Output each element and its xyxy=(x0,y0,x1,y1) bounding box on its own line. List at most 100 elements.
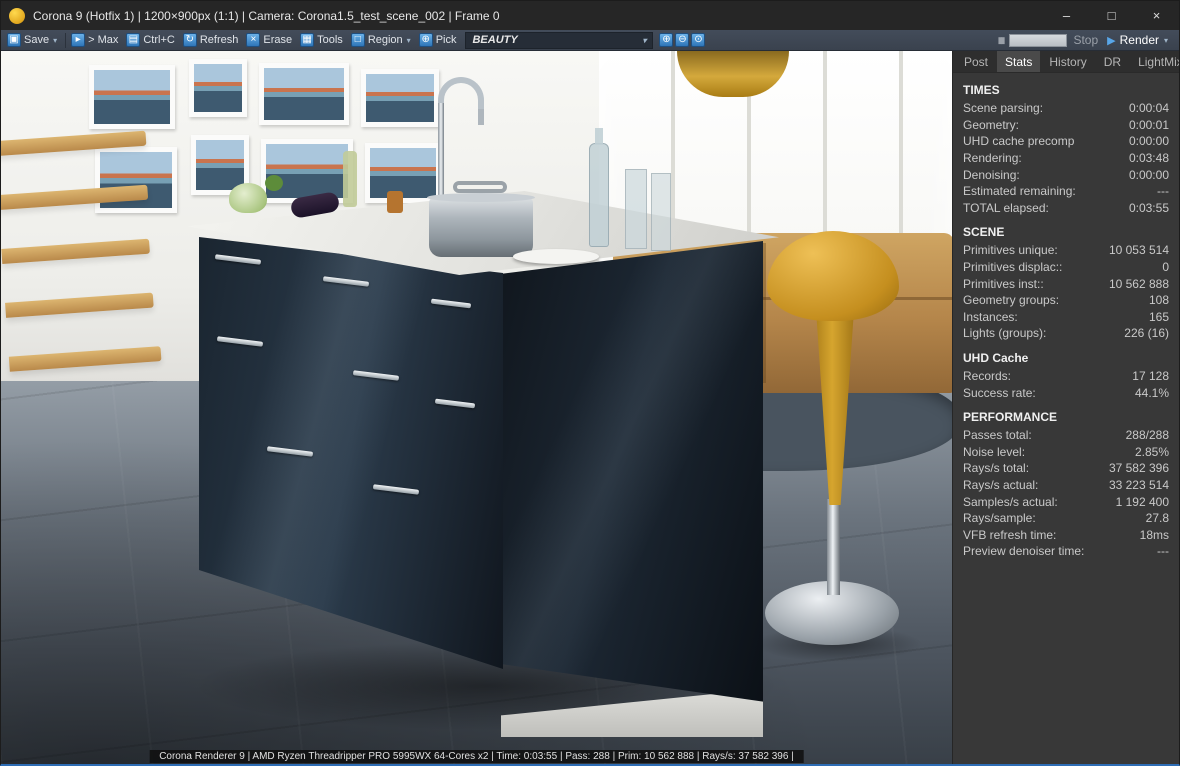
stats-performance-rows: Passes total: 288/288 Noise level: 2.85%… xyxy=(963,427,1169,560)
sidebar-tabs: Post Stats History DR LightMix xyxy=(953,51,1179,73)
stats-panel: TIMES Scene parsing: 0:00:04 Geometry: 0… xyxy=(953,73,1179,560)
refresh-button[interactable]: ↻ Refresh xyxy=(181,31,244,50)
maximize-button[interactable]: □ xyxy=(1089,1,1134,30)
zoom-in-icon[interactable]: ⊕ xyxy=(659,33,674,47)
stat-value: 0:00:04 xyxy=(1128,101,1169,116)
scene-picture-frame xyxy=(189,59,247,117)
stat-value: 33 223 514 xyxy=(1108,477,1169,492)
stat-label: Geometry groups: xyxy=(963,293,1060,308)
stat-label: Geometry: xyxy=(963,117,1020,132)
pick-button[interactable]: ⊕ Pick xyxy=(417,31,462,50)
toolbar-separator xyxy=(65,32,67,48)
pause-icon: ▮▮ xyxy=(997,34,1006,45)
stat-row: Primitives inst:: 10 562 888 xyxy=(963,275,1169,292)
tab-history[interactable]: History xyxy=(1041,51,1094,72)
sidebar: Post Stats History DR LightMix TIMES Sce… xyxy=(952,51,1179,764)
erase-button[interactable]: × Erase xyxy=(244,31,297,50)
channel-value: BEAUTY xyxy=(472,34,518,46)
stat-row: Instances: 165 xyxy=(963,309,1169,326)
stat-row: UHD cache precomp 0:00:00 xyxy=(963,133,1169,150)
stat-row: Scene parsing: 0:00:04 xyxy=(963,100,1169,117)
play-icon: ▶ xyxy=(1107,34,1116,47)
render-status-bar: Corona Renderer 9 | AMD Ryzen Threadripp… xyxy=(149,750,804,763)
stat-label: VFB refresh time: xyxy=(963,527,1057,542)
stat-value: 2.85% xyxy=(1134,444,1169,459)
stat-value: 27.8 xyxy=(1145,511,1169,526)
scene-stool-pole xyxy=(827,499,840,595)
stat-row: Samples/s actual: 1 192 400 xyxy=(963,493,1169,510)
stat-value: 0:03:55 xyxy=(1128,200,1169,215)
stat-value: 1 192 400 xyxy=(1115,494,1169,509)
minimize-button[interactable]: – xyxy=(1044,1,1089,30)
erase-icon: × xyxy=(246,33,261,47)
chevron-down-icon: ▾ xyxy=(406,35,411,45)
scene-plate xyxy=(513,249,599,264)
corona-logo-icon xyxy=(9,7,25,24)
region-label: Region xyxy=(367,34,403,46)
zoom-out-icon[interactable]: ⊖ xyxy=(675,33,690,47)
toolbar: ▣ Save ▾ ▸ > Max ▤ Ctrl+C ↻ Refresh × Er… xyxy=(1,30,1179,51)
stat-row: Noise level: 2.85% xyxy=(963,444,1169,461)
scene-spice-jar xyxy=(387,191,403,213)
tools-label: Tools xyxy=(317,34,343,46)
corona-vfb-window: Corona 9 (Hotfix 1) | 1200×900px (1:1) |… xyxy=(0,0,1180,766)
scene-picture-frame xyxy=(365,143,441,203)
stat-row: Lights (groups): 226 (16) xyxy=(963,325,1169,342)
tab-stats[interactable]: Stats xyxy=(997,51,1041,72)
titlebar: Corona 9 (Hotfix 1) | 1200×900px (1:1) |… xyxy=(1,1,1179,30)
stat-label: Primitives displac:: xyxy=(963,260,1063,275)
pick-icon: ⊕ xyxy=(418,33,433,47)
stat-row: TOTAL elapsed: 0:03:55 xyxy=(963,200,1169,217)
scene-oil-bottle xyxy=(343,151,357,207)
save-label: Save xyxy=(24,34,50,46)
tab-lightmix[interactable]: LightMix xyxy=(1130,51,1179,72)
copy-label: Ctrl+C xyxy=(143,34,175,46)
stat-label: Success rate: xyxy=(963,385,1036,400)
stat-label: Preview denoiser time: xyxy=(963,544,1085,559)
scene-faucet-spout xyxy=(478,109,484,125)
stat-label: Primitives inst:: xyxy=(963,276,1044,291)
scene-glass-bottle xyxy=(589,128,609,247)
stat-row: Preview denoiser time: --- xyxy=(963,543,1169,560)
stat-row: Rays/s actual: 33 223 514 xyxy=(963,477,1169,494)
stat-row: Primitives unique: 10 053 514 xyxy=(963,242,1169,259)
stat-value: 165 xyxy=(1148,309,1169,324)
render-button[interactable]: ▶ Render ▾ xyxy=(1104,33,1171,47)
save-icon: ▣ xyxy=(7,33,21,47)
scene-cauliflower xyxy=(229,183,267,213)
chevron-down-icon: ▾ xyxy=(53,35,58,45)
zoom-fit-icon[interactable]: ⊙ xyxy=(691,33,706,47)
copy-button[interactable]: ▤ Ctrl+C xyxy=(124,31,179,50)
stat-value: 108 xyxy=(1148,293,1169,308)
stat-label: Denoising: xyxy=(963,167,1020,182)
render-viewport[interactable]: Corona Renderer 9 | AMD Ryzen Threadripp… xyxy=(1,51,952,764)
close-button[interactable]: × xyxy=(1134,1,1179,30)
toolbar-right: ▮▮ Stop ▶ Render ▾ xyxy=(998,33,1175,47)
stat-row: VFB refresh time: 18ms xyxy=(963,526,1169,543)
stat-row: Passes total: 288/288 xyxy=(963,427,1169,444)
region-button[interactable]: □ Region ▾ xyxy=(349,31,416,50)
tab-post[interactable]: Post xyxy=(956,51,996,72)
scene-island-end-panel xyxy=(501,241,763,702)
stat-value: 44.1% xyxy=(1134,385,1169,400)
stat-value: 10 562 888 xyxy=(1108,276,1169,291)
scene-greens xyxy=(265,175,283,191)
stop-button[interactable]: Stop xyxy=(1073,33,1098,47)
scene-drinking-glass xyxy=(651,173,671,251)
window-title: Corona 9 (Hotfix 1) | 1200×900px (1:1) |… xyxy=(33,8,500,23)
save-button[interactable]: ▣ Save ▾ xyxy=(5,31,62,50)
stat-value: 0:03:48 xyxy=(1128,151,1169,166)
stat-value: 10 053 514 xyxy=(1108,243,1169,258)
channel-selector[interactable]: BEAUTY ▾ xyxy=(465,31,654,49)
tools-button[interactable]: ▦ Tools xyxy=(298,31,348,50)
tab-dr[interactable]: DR xyxy=(1096,51,1129,72)
stat-row: Rendering: 0:03:48 xyxy=(963,150,1169,167)
refresh-icon: ↻ xyxy=(182,33,197,47)
stat-label: Lights (groups): xyxy=(963,326,1047,341)
stats-uhd-rows: Records: 17 128 Success rate: 44.1% xyxy=(963,368,1169,401)
scene-drinking-glass xyxy=(625,169,647,249)
stat-row: Geometry groups: 108 xyxy=(963,292,1169,309)
stat-row: Geometry: 0:00:01 xyxy=(963,117,1169,134)
copy-icon: ▤ xyxy=(126,33,141,47)
send-to-max-button[interactable]: ▸ > Max xyxy=(69,31,123,50)
